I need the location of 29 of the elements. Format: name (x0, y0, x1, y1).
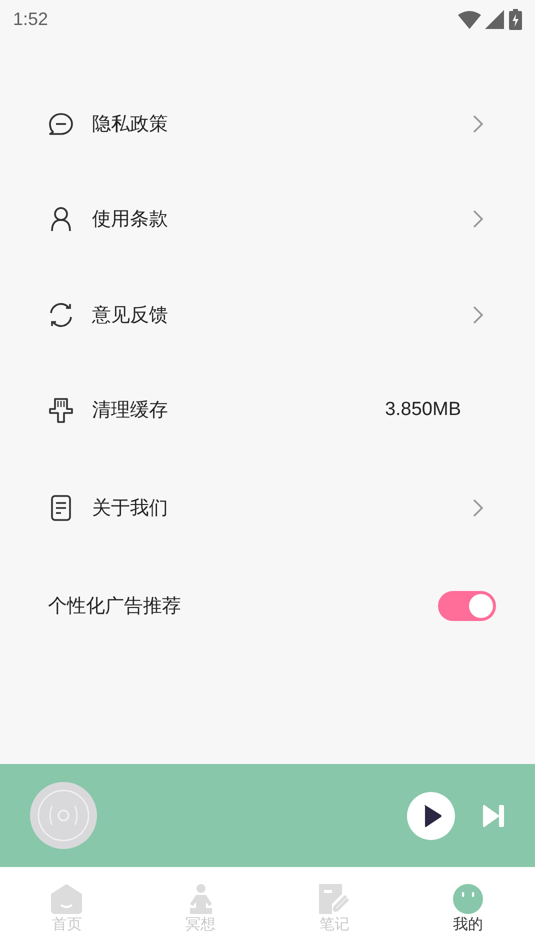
status-time: 1:52 (13, 8, 48, 30)
meditation-icon (188, 884, 214, 914)
nav-tab[interactable]: 我的 (401, 884, 535, 940)
chevron-right-icon[interactable] (473, 499, 483, 517)
brush-icon (48, 397, 74, 424)
battery-icon (509, 8, 522, 30)
signal-icon (485, 10, 505, 28)
chevron-right-icon[interactable] (473, 114, 483, 133)
setting-label: 隐私政策 (92, 112, 169, 137)
chevron-right-icon[interactable] (473, 306, 483, 324)
document-icon (48, 495, 74, 521)
setting-label: 个性化广告推荐 (48, 594, 182, 619)
note-icon (319, 884, 350, 914)
chevron-right-icon[interactable] (473, 210, 483, 228)
cache-size: 3.850MB (384, 399, 461, 422)
refresh-icon (48, 302, 74, 328)
skip-next-icon[interactable] (483, 804, 505, 828)
setting-label: 清理缓存 (92, 398, 169, 424)
smiley-face-icon (453, 884, 484, 914)
setting-label: 关于我们 (92, 496, 169, 521)
setting-label: 意见反馈 (92, 302, 169, 328)
user-icon (48, 206, 74, 232)
setting-label: 使用条款 (92, 207, 169, 232)
album-disc-icon (30, 782, 97, 849)
play-button[interactable] (407, 792, 455, 840)
chat-icon (48, 110, 74, 137)
wifi-icon (458, 10, 481, 28)
toggle-switch[interactable] (438, 590, 496, 621)
home-icon (51, 884, 82, 914)
